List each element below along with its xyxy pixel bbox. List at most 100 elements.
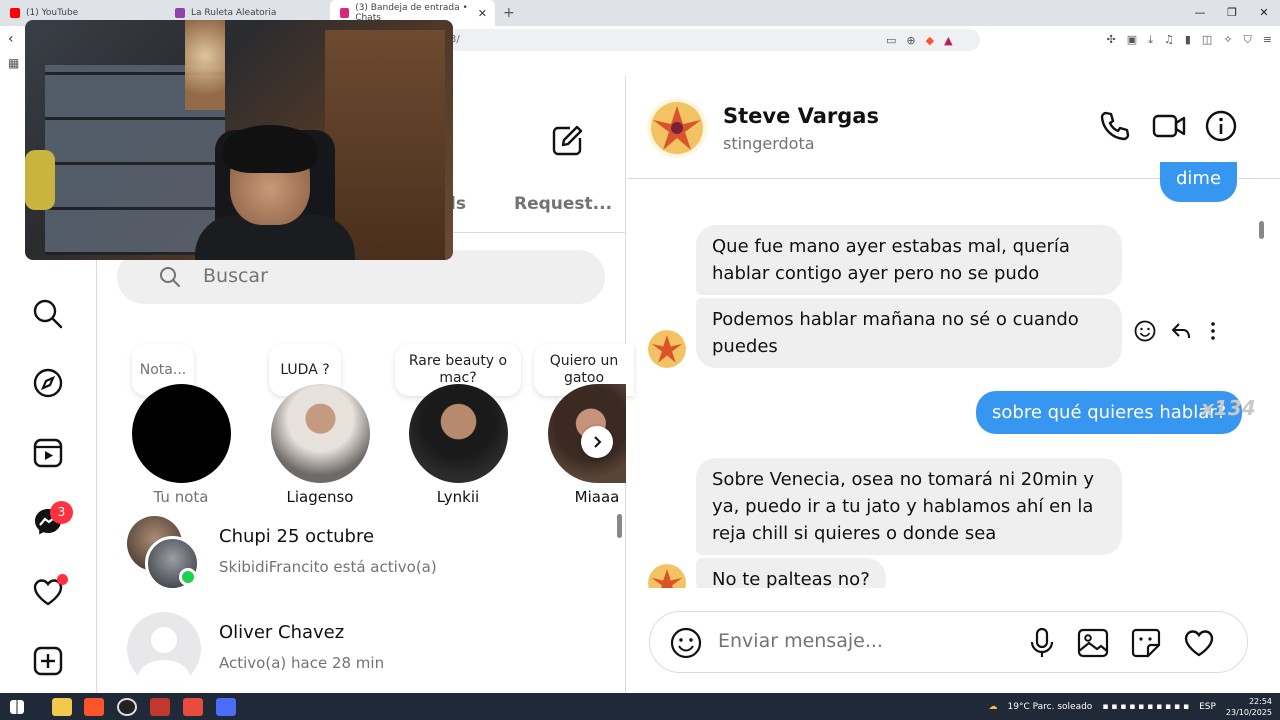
scrollbar[interactable] (1259, 221, 1264, 239)
windows-start-icon[interactable] (10, 699, 24, 714)
extension-icons: ✣ ▣ ⤓ ♫ ▮ ◫ ✧ ⛉ ≡ (1106, 33, 1272, 47)
message-clip: No te palteas no? (627, 554, 1267, 588)
react-emoji-icon[interactable] (1134, 320, 1156, 346)
language[interactable]: ESP (1199, 702, 1216, 712)
download-icon[interactable]: ⤓ (1148, 33, 1153, 47)
scrollbar[interactable] (617, 514, 622, 538)
story-avatar[interactable] (271, 384, 370, 483)
message-incoming[interactable]: Que fue mano ayer estabas mal, quería ha… (696, 225, 1122, 295)
chat-status: SkibidiFrancito está activo(a) (219, 558, 437, 576)
background-lamp (185, 20, 225, 110)
brave-shield-icon[interactable]: ◆ (926, 34, 934, 47)
tab-requests[interactable]: Request... (514, 194, 612, 214)
reels-icon[interactable] (31, 436, 65, 470)
weather-text[interactable]: 19°C Parc. soleado (1008, 702, 1093, 712)
microphone-icon[interactable] (1028, 627, 1056, 663)
tray-icons[interactable]: ▪ ▪ ▪ ▪ ▪ ▪ ▪ ▪ ▪ ▪ (1102, 702, 1189, 712)
notes-next-button[interactable] (581, 426, 613, 458)
tab-search-icon[interactable]: ▣ (1127, 33, 1137, 47)
message-input[interactable]: Enviar mensaje... (718, 630, 883, 652)
story-avatar[interactable] (409, 384, 508, 483)
contact-name[interactable]: Steve Vargas (723, 104, 879, 128)
tab-title: (1) YouTube (26, 8, 79, 18)
blue-app-icon[interactable] (216, 697, 236, 716)
chat-status: Activo(a) hace 28 min (219, 654, 385, 672)
explore-icon[interactable] (31, 366, 65, 400)
webcam-overlay (25, 20, 453, 260)
chat-name: Oliver Chavez (219, 622, 345, 643)
back-icon[interactable]: ‹ (8, 31, 14, 47)
chat-row[interactable]: Chupi 25 octubre SkibidiFrancito está ac… (127, 516, 607, 596)
message-actions (1134, 320, 1220, 346)
sticker: x134 (1201, 396, 1256, 420)
url-icons: ▭ ⊕ ◆ ▲ (886, 34, 953, 47)
wallet-icon[interactable]: ◫ (1202, 33, 1212, 47)
story-name: Liagenso (286, 488, 354, 506)
left-nav-rail: 3 (0, 260, 97, 693)
video-call-icon[interactable] (1152, 110, 1186, 146)
create-icon[interactable] (31, 644, 65, 678)
reply-icon[interactable] (1170, 320, 1192, 346)
music-icon[interactable]: ♫ (1164, 33, 1174, 47)
notification-dot (57, 574, 68, 585)
menu-icon[interactable]: ≡ (1263, 33, 1272, 47)
red-app-icon[interactable] (183, 697, 203, 716)
vpn-icon[interactable]: ⛉ (1244, 33, 1252, 47)
message-incoming[interactable]: Podemos hablar mañana no sé o cuando pue… (696, 298, 1122, 368)
story-name: Lynkii (436, 488, 480, 506)
new-tab-icon[interactable]: + (503, 5, 515, 21)
search-placeholder: Buscar (203, 265, 268, 287)
cast-icon[interactable]: ▭ (886, 34, 896, 47)
close-tab-icon[interactable]: ✕ (478, 7, 487, 20)
apps-grid-icon[interactable]: ▦ (8, 56, 19, 70)
chat-name: Chupi 25 octubre (219, 526, 375, 547)
emoji-icon[interactable] (670, 627, 702, 663)
ruleta-favicon-icon (175, 8, 185, 18)
message-incoming[interactable]: No te palteas no? (696, 558, 886, 588)
leo-icon[interactable]: ✧ (1223, 33, 1232, 47)
online-indicator (179, 568, 197, 586)
minimize-icon[interactable]: — (1184, 0, 1216, 26)
window-controls: — ❐ ✕ (1184, 0, 1280, 26)
streamer-app-icon[interactable] (150, 697, 170, 716)
contact-username: stingerdota (723, 134, 815, 153)
background-plush (25, 150, 55, 210)
extensions-icon[interactable]: ✣ (1106, 33, 1115, 47)
conversation-panel: Steve Vargas stingerdota dime Que fue ma… (627, 76, 1280, 693)
tab-title: La Ruleta Aleatoria (191, 8, 277, 18)
messages-badge: 3 (50, 501, 73, 524)
close-window-icon[interactable]: ✕ (1248, 0, 1280, 26)
like-heart-icon[interactable] (1183, 627, 1215, 663)
system-tray: ☁ 19°C Parc. soleado ▪ ▪ ▪ ▪ ▪ ▪ ▪ ▪ ▪ ▪… (989, 693, 1272, 720)
rewards-icon[interactable]: ▲ (944, 34, 952, 47)
avatar (127, 612, 201, 686)
avatar (648, 330, 686, 368)
file-explorer-icon[interactable] (52, 697, 72, 716)
more-options-icon[interactable] (1206, 320, 1220, 346)
message-composer[interactable]: Enviar mensaje... (649, 611, 1248, 673)
message-outgoing[interactable]: dime (1160, 162, 1238, 202)
chat-row[interactable]: Oliver Chavez Activo(a) hace 28 min (127, 612, 607, 692)
restore-icon[interactable]: ❐ (1216, 0, 1248, 26)
zoom-icon[interactable]: ⊕ (906, 34, 915, 47)
youtube-favicon-icon (10, 8, 20, 18)
search-icon[interactable] (31, 297, 65, 331)
search-icon (159, 266, 181, 292)
phone-icon[interactable] (1099, 110, 1131, 146)
info-icon[interactable] (1205, 110, 1237, 146)
clock[interactable]: 22:54 23/10/2025 (1226, 696, 1272, 718)
time: 22:54 (1248, 696, 1272, 706)
date: 23/10/2025 (1225, 707, 1272, 717)
sticker-icon[interactable] (1130, 627, 1162, 663)
message-incoming[interactable]: Sobre Venecia, osea no tomará ni 20min y… (696, 458, 1122, 555)
image-icon[interactable] (1077, 627, 1109, 663)
story-name: Tu nota (153, 488, 209, 506)
obs-icon[interactable] (117, 697, 137, 716)
my-note-avatar[interactable] (132, 384, 231, 483)
brave-icon[interactable] (84, 697, 104, 716)
avatar[interactable] (647, 98, 707, 158)
compose-icon[interactable] (550, 124, 584, 162)
weather-icon[interactable]: ☁ (989, 702, 998, 712)
sidebar-icon[interactable]: ▮ (1185, 33, 1191, 47)
taskbar: ☁ 19°C Parc. soleado ▪ ▪ ▪ ▪ ▪ ▪ ▪ ▪ ▪ ▪… (0, 693, 1280, 720)
